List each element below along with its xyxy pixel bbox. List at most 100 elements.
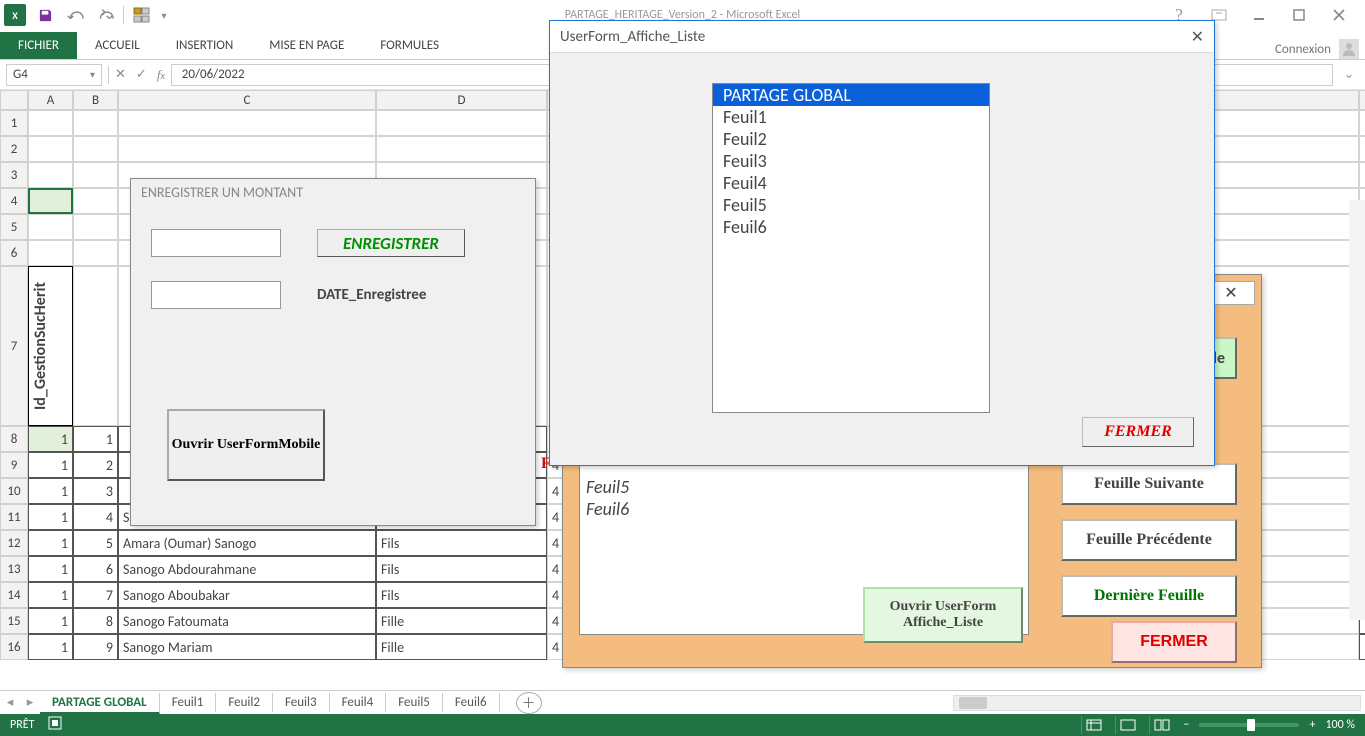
aff-list-item[interactable]: PARTAGE GLOBAL bbox=[713, 84, 989, 106]
aff-list-item[interactable]: Feuil4 bbox=[713, 172, 989, 194]
row-header-3[interactable]: 3 bbox=[0, 162, 28, 188]
cancel-entry-icon[interactable]: ✕ bbox=[115, 67, 126, 82]
cell[interactable] bbox=[73, 188, 118, 214]
cell[interactable] bbox=[28, 136, 73, 162]
row-header-9[interactable]: 9 bbox=[0, 452, 28, 478]
name-box[interactable]: G4 ▾ bbox=[6, 64, 102, 86]
cell[interactable] bbox=[73, 136, 118, 162]
aff-listbox[interactable]: PARTAGE GLOBALFeuil1Feuil2Feuil3Feuil4Fe… bbox=[712, 83, 990, 413]
nav-last-sheet-button[interactable]: Dernière Feuille bbox=[1061, 575, 1237, 617]
cell[interactable]: 4 bbox=[73, 504, 118, 530]
tab-insert[interactable]: INSERTION bbox=[158, 32, 252, 59]
view-pagebreak-icon[interactable] bbox=[1149, 716, 1173, 734]
qat-dropdown-icon[interactable]: ▾ bbox=[157, 1, 171, 29]
cell[interactable]: 1 bbox=[28, 478, 73, 504]
nav-next-sheet-button[interactable]: Feuille Suivante bbox=[1061, 463, 1237, 505]
row-header-8[interactable]: 8 bbox=[0, 426, 28, 452]
row-header-7[interactable]: 7 bbox=[0, 266, 28, 426]
minimize-icon[interactable] bbox=[1239, 1, 1279, 29]
cell[interactable] bbox=[118, 136, 376, 162]
cell-b7[interactable] bbox=[73, 266, 118, 426]
cell[interactable]: 1 bbox=[28, 504, 73, 530]
col-header-b[interactable]: B bbox=[73, 90, 118, 110]
tab-file[interactable]: FICHIER bbox=[0, 32, 77, 59]
cell[interactable]: Amara (Oumar) Sanogo bbox=[118, 530, 376, 556]
sheet-nav-prev-icon[interactable]: ◂ bbox=[0, 695, 20, 710]
cell[interactable]: 8 bbox=[73, 608, 118, 634]
row-header-6[interactable]: 6 bbox=[0, 240, 28, 266]
sheet-tab[interactable]: Feuil6 bbox=[443, 693, 500, 712]
open-userformmobile-button[interactable]: Ouvrir UserFormMobile bbox=[167, 409, 325, 481]
connection-label[interactable]: Connexion bbox=[1275, 42, 1331, 57]
cell[interactable]: Sanogo Fatoumata bbox=[118, 608, 376, 634]
select-all-corner[interactable] bbox=[0, 90, 28, 110]
aff-list-item[interactable]: Feuil1 bbox=[713, 106, 989, 128]
view-layout-icon[interactable] bbox=[1115, 716, 1139, 734]
vertical-scrollbar[interactable] bbox=[1349, 200, 1365, 620]
aff-list-item[interactable]: Feuil5 bbox=[713, 194, 989, 216]
col-header-d[interactable]: D bbox=[376, 90, 547, 110]
cell[interactable] bbox=[376, 136, 547, 162]
row-header-2[interactable]: 2 bbox=[0, 136, 28, 162]
nav-prev-sheet-button[interactable]: Feuille Précédente bbox=[1061, 519, 1237, 561]
undo-icon[interactable] bbox=[60, 1, 90, 29]
cell[interactable] bbox=[73, 240, 118, 266]
cell[interactable] bbox=[376, 110, 547, 136]
sheet-nav-next-icon[interactable]: ▸ bbox=[20, 695, 40, 710]
cell[interactable]: 1 bbox=[28, 530, 73, 556]
user-avatar-icon[interactable] bbox=[1339, 39, 1359, 59]
enter-entry-icon[interactable]: ✓ bbox=[136, 67, 147, 82]
cell[interactable]: 9 bbox=[73, 634, 118, 660]
cell[interactable]: 6 bbox=[73, 556, 118, 582]
close-icon[interactable] bbox=[1319, 1, 1359, 29]
sheet-tab[interactable]: Feuil3 bbox=[273, 693, 330, 712]
cell[interactable]: Fils bbox=[376, 530, 547, 556]
row-header-12[interactable]: 12 bbox=[0, 530, 28, 556]
cell[interactable]: Sanogo Abdourahmane bbox=[118, 556, 376, 582]
nav-close-button[interactable]: FERMER bbox=[1111, 621, 1237, 663]
row-header-1[interactable]: 1 bbox=[0, 110, 28, 136]
aff-list-item[interactable]: Feuil6 bbox=[713, 216, 989, 238]
form-controls-icon[interactable] bbox=[127, 1, 157, 29]
tab-formulas[interactable]: FORMULES bbox=[362, 32, 457, 59]
date-input[interactable] bbox=[151, 281, 281, 309]
row-header-16[interactable]: 16 bbox=[0, 634, 28, 660]
montant-input[interactable] bbox=[151, 229, 281, 257]
enregistrer-button[interactable]: ENREGISTRER bbox=[317, 229, 465, 257]
zoom-out-icon[interactable]: − bbox=[1183, 718, 1189, 732]
tab-home[interactable]: ACCUEIL bbox=[77, 32, 158, 59]
zoom-level[interactable]: 100 % bbox=[1325, 718, 1355, 732]
cell[interactable] bbox=[28, 188, 73, 214]
cell[interactable] bbox=[28, 110, 73, 136]
cell[interactable] bbox=[28, 162, 73, 188]
row-header-13[interactable]: 13 bbox=[0, 556, 28, 582]
cell[interactable] bbox=[1359, 162, 1365, 188]
cell[interactable]: 5 bbox=[73, 530, 118, 556]
cell[interactable] bbox=[1359, 634, 1365, 660]
row-header-5[interactable]: 5 bbox=[0, 214, 28, 240]
sheet-tab[interactable]: PARTAGE GLOBAL bbox=[40, 693, 160, 715]
cell[interactable] bbox=[73, 214, 118, 240]
cell[interactable]: 2 bbox=[73, 452, 118, 478]
sheet-tab[interactable]: Feuil2 bbox=[216, 693, 273, 712]
nav-list-item[interactable]: Feuil5 bbox=[586, 476, 1022, 498]
cell[interactable] bbox=[1359, 136, 1365, 162]
save-icon[interactable] bbox=[30, 1, 60, 29]
row-header-14[interactable]: 14 bbox=[0, 582, 28, 608]
cell[interactable]: Sanogo Mariam bbox=[118, 634, 376, 660]
formula-bar-expand-icon[interactable]: ⌄ bbox=[1339, 67, 1359, 82]
maximize-icon[interactable] bbox=[1279, 1, 1319, 29]
macro-record-icon[interactable] bbox=[48, 716, 62, 734]
aff-close-icon[interactable]: ✕ bbox=[1191, 27, 1204, 47]
sheet-tab[interactable]: Feuil5 bbox=[386, 693, 443, 712]
col-header-a[interactable]: A bbox=[28, 90, 73, 110]
cell[interactable]: 1 bbox=[28, 582, 73, 608]
cell[interactable]: Fils bbox=[376, 582, 547, 608]
nav-list-item[interactable]: Feuil6 bbox=[586, 498, 1022, 520]
col-header-c[interactable]: C bbox=[118, 90, 376, 110]
cell[interactable]: Fils bbox=[376, 556, 547, 582]
cell[interactable] bbox=[73, 110, 118, 136]
add-sheet-icon[interactable]: ＋ bbox=[516, 692, 542, 714]
aff-list-item[interactable]: Feuil2 bbox=[713, 128, 989, 150]
col-header-k[interactable]: K bbox=[1359, 90, 1365, 110]
